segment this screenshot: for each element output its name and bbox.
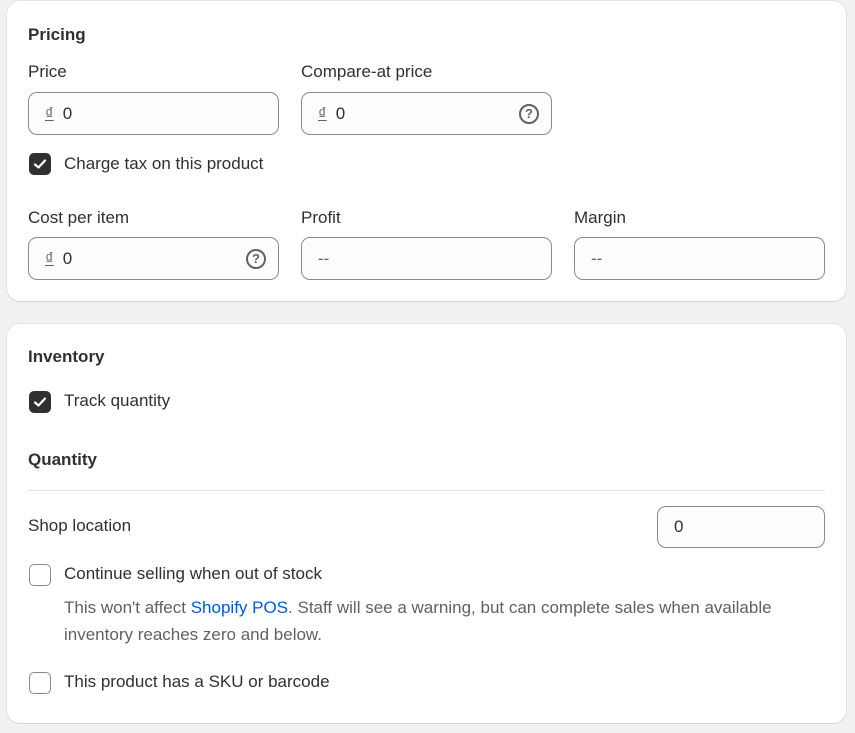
- shop-location-value: 0: [674, 517, 684, 536]
- shop-location-quantity-input[interactable]: 0: [657, 506, 825, 548]
- continue-selling-checkbox[interactable]: [29, 564, 51, 586]
- compare-at-price-label: Compare-at price: [301, 62, 433, 81]
- cost-per-item-value: 0: [62, 248, 73, 268]
- profit-value: --: [318, 248, 330, 268]
- currency-symbol: ₫: [45, 103, 54, 123]
- cost-per-item-input[interactable]: ₫ 0 ?: [28, 237, 279, 280]
- profit-field: --: [301, 237, 552, 280]
- inventory-card: Inventory Track quantity Quantity Shop l…: [7, 324, 846, 723]
- compare-at-price-value: 0: [335, 103, 346, 123]
- pricing-title: Pricing: [28, 25, 86, 44]
- sku-barcode-label[interactable]: This product has a SKU or barcode: [64, 672, 330, 692]
- compare-at-price-input[interactable]: ₫ 0 ?: [301, 92, 552, 135]
- question-circle-icon[interactable]: ?: [246, 248, 266, 269]
- price-label: Price: [28, 62, 67, 81]
- quantity-title: Quantity: [28, 450, 97, 469]
- margin-label: Margin: [574, 208, 626, 227]
- track-quantity-label[interactable]: Track quantity: [64, 391, 170, 411]
- shopify-pos-link[interactable]: Shopify POS: [191, 598, 288, 617]
- continue-selling-label[interactable]: Continue selling when out of stock: [64, 564, 322, 584]
- currency-symbol: ₫: [318, 103, 327, 123]
- checkmark-icon: [33, 159, 47, 169]
- margin-field: --: [574, 237, 825, 280]
- charge-tax-label[interactable]: Charge tax on this product: [64, 154, 263, 174]
- shop-location-label: Shop location: [28, 516, 132, 535]
- pricing-card: Pricing Price ₫ 0 Compare-at price ₫ 0 ?…: [7, 1, 846, 301]
- inventory-title: Inventory: [28, 347, 105, 366]
- track-quantity-checkbox[interactable]: [29, 391, 51, 413]
- divider: [28, 490, 825, 491]
- margin-value: --: [591, 248, 603, 268]
- sku-barcode-checkbox[interactable]: [29, 672, 51, 694]
- price-value: 0: [62, 103, 73, 123]
- checkmark-icon: [33, 397, 47, 407]
- currency-symbol: ₫: [45, 248, 54, 268]
- continue-selling-help-text: This won't affect Shopify POS. Staff wil…: [64, 594, 794, 648]
- help-text-prefix: This won't affect: [64, 598, 191, 617]
- charge-tax-checkbox[interactable]: [29, 153, 51, 175]
- question-circle-icon[interactable]: ?: [519, 103, 539, 124]
- cost-per-item-label: Cost per item: [28, 208, 130, 227]
- profit-label: Profit: [301, 208, 341, 227]
- price-input[interactable]: ₫ 0: [28, 92, 279, 135]
